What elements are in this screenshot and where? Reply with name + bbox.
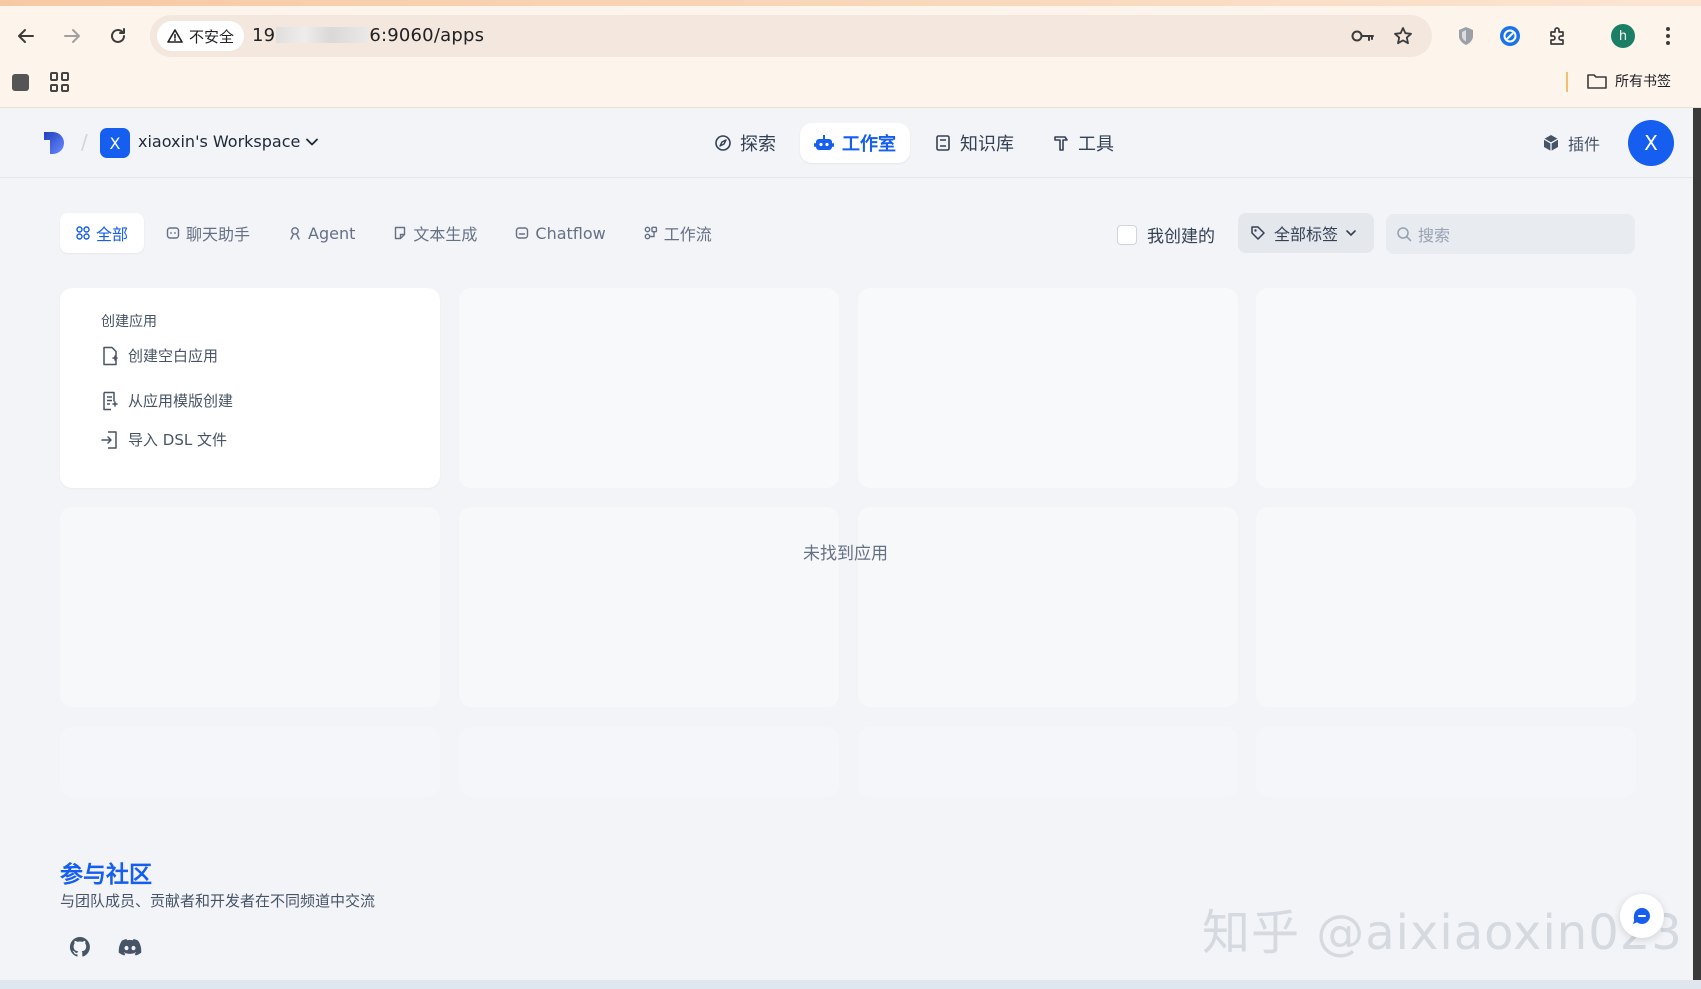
taskbar-strip (0, 980, 1701, 989)
create-from-template[interactable]: 从应用模版创建 (101, 390, 233, 411)
user-avatar[interactable]: X (1628, 120, 1674, 166)
shield-extension-icon[interactable] (1452, 22, 1480, 50)
url-text[interactable]: 19 6:9060/apps (252, 25, 484, 46)
chatflow-icon (516, 227, 529, 239)
nav-tools[interactable]: 工具 (1038, 123, 1128, 163)
agent-icon (290, 227, 300, 240)
app-type-tabs: 全部 聊天助手 Agent 文本生成 Chatflow 工作流 (60, 213, 728, 253)
import-dsl-file[interactable]: 导入 DSL 文件 (101, 429, 227, 450)
create-app-title: 创建应用 (101, 314, 157, 330)
window-edge (1693, 108, 1701, 980)
address-bar[interactable]: 不安全 19 6:9060/apps (150, 15, 1432, 57)
import-icon (101, 430, 117, 449)
folder-icon (1587, 74, 1607, 89)
redacted-ip (276, 27, 369, 43)
puzzle-icon[interactable] (1543, 22, 1571, 50)
nav-knowledge[interactable]: 知识库 (920, 123, 1028, 163)
tab-strip (0, 0, 1701, 6)
create-app-card: 创建应用 创建空白应用 从应用模版创建 导入 DSL 文件 (60, 288, 440, 488)
placeholder-card (1256, 288, 1636, 488)
apps-grid-icon[interactable] (50, 72, 70, 92)
kebab-menu-icon[interactable] (1654, 22, 1682, 50)
back-icon[interactable] (12, 22, 40, 50)
all-bookmarks[interactable]: 所有书签 (1587, 71, 1671, 91)
tag-filter-select[interactable]: 全部标签 (1238, 213, 1374, 253)
bookmark-separator (1566, 72, 1568, 92)
tab-chat-assistant[interactable]: 聊天助手 (150, 213, 266, 253)
workspace-name: xiaoxin's Workspace (138, 132, 301, 151)
all-bookmarks-label: 所有书签 (1615, 74, 1671, 90)
placeholder-card (459, 727, 839, 797)
tab-chatflow[interactable]: Chatflow (499, 213, 621, 253)
watermark: 知乎 @aixiaoxin023 (1202, 905, 1683, 961)
tab-all[interactable]: 全部 (60, 213, 145, 253)
plugins-button[interactable]: 插件 (1542, 131, 1600, 155)
warning-icon (167, 29, 183, 43)
placeholder-card (459, 507, 839, 707)
github-icon[interactable] (66, 933, 94, 961)
chat-bubble-icon (1633, 907, 1650, 924)
bookmark-app-icon[interactable] (12, 74, 29, 91)
reload-icon[interactable] (104, 22, 132, 50)
security-label: 不安全 (189, 27, 235, 46)
tag-icon (1251, 226, 1265, 240)
template-icon (103, 391, 118, 410)
browser-chrome: 不安全 19 6:9060/apps h 所有书签 (0, 0, 1701, 108)
search-placeholder: 搜索 (1418, 226, 1451, 245)
chevron-down-icon (306, 138, 319, 145)
placeholder-card (1256, 507, 1636, 707)
grid-icon (76, 226, 90, 240)
placeholder-card (60, 507, 440, 707)
key-icon[interactable] (1350, 23, 1376, 49)
dify-logo[interactable] (42, 130, 68, 156)
workspace-switcher[interactable]: xiaoxin's Workspace (138, 132, 319, 151)
workflow-icon (644, 226, 657, 240)
app-header: / X xiaoxin's Workspace 探索 工作室 知识库 工具 插件… (0, 108, 1693, 178)
search-icon (1397, 227, 1412, 242)
security-chip[interactable]: 不安全 (157, 21, 245, 51)
tab-agent[interactable]: Agent (272, 213, 371, 253)
star-icon[interactable] (1390, 23, 1416, 49)
placeholder-card (1256, 727, 1636, 797)
created-by-me-checkbox[interactable] (1117, 224, 1137, 245)
placeholder-card (858, 727, 1238, 797)
placeholder-card (60, 727, 440, 797)
blue-extension-icon[interactable] (1496, 22, 1524, 50)
robot-icon (814, 135, 834, 150)
help-chat-button[interactable] (1620, 894, 1664, 938)
search-input[interactable]: 搜索 (1386, 214, 1635, 254)
cube-icon (1543, 135, 1559, 151)
created-by-me-filter[interactable]: 我创建的 (1117, 222, 1215, 247)
discord-icon[interactable] (116, 933, 144, 961)
community-subtitle: 与团队成员、贡献者和开发者在不同频道中交流 (60, 892, 376, 910)
empty-state-message: 未找到应用 (803, 544, 888, 564)
nav-explore[interactable]: 探索 (700, 123, 790, 163)
tag-filter-label: 全部标签 (1274, 225, 1339, 244)
main-nav: 探索 工作室 知识库 工具 (700, 123, 1128, 163)
nav-studio[interactable]: 工作室 (800, 123, 910, 163)
chevron-down-icon (1346, 229, 1356, 236)
tab-text-generation[interactable]: 文本生成 (377, 213, 493, 253)
forward-icon[interactable] (58, 22, 86, 50)
placeholder-card (858, 507, 1238, 707)
created-by-me-label: 我创建的 (1147, 227, 1215, 247)
book-icon (936, 135, 950, 151)
breadcrumb-separator: / (81, 130, 88, 154)
compass-icon (715, 135, 731, 151)
placeholder-card (858, 288, 1238, 488)
create-blank-app[interactable]: 创建空白应用 (101, 345, 218, 366)
workspace-avatar[interactable]: X (100, 128, 130, 158)
placeholder-card (459, 288, 839, 488)
community-title: 参与社区 (60, 862, 152, 888)
hammer-icon (1054, 136, 1068, 151)
file-plus-icon (103, 346, 118, 365)
chat-icon (166, 227, 180, 239)
doc-icon (395, 226, 406, 240)
tab-workflow[interactable]: 工作流 (628, 213, 728, 253)
profile-avatar[interactable]: h (1611, 24, 1635, 48)
